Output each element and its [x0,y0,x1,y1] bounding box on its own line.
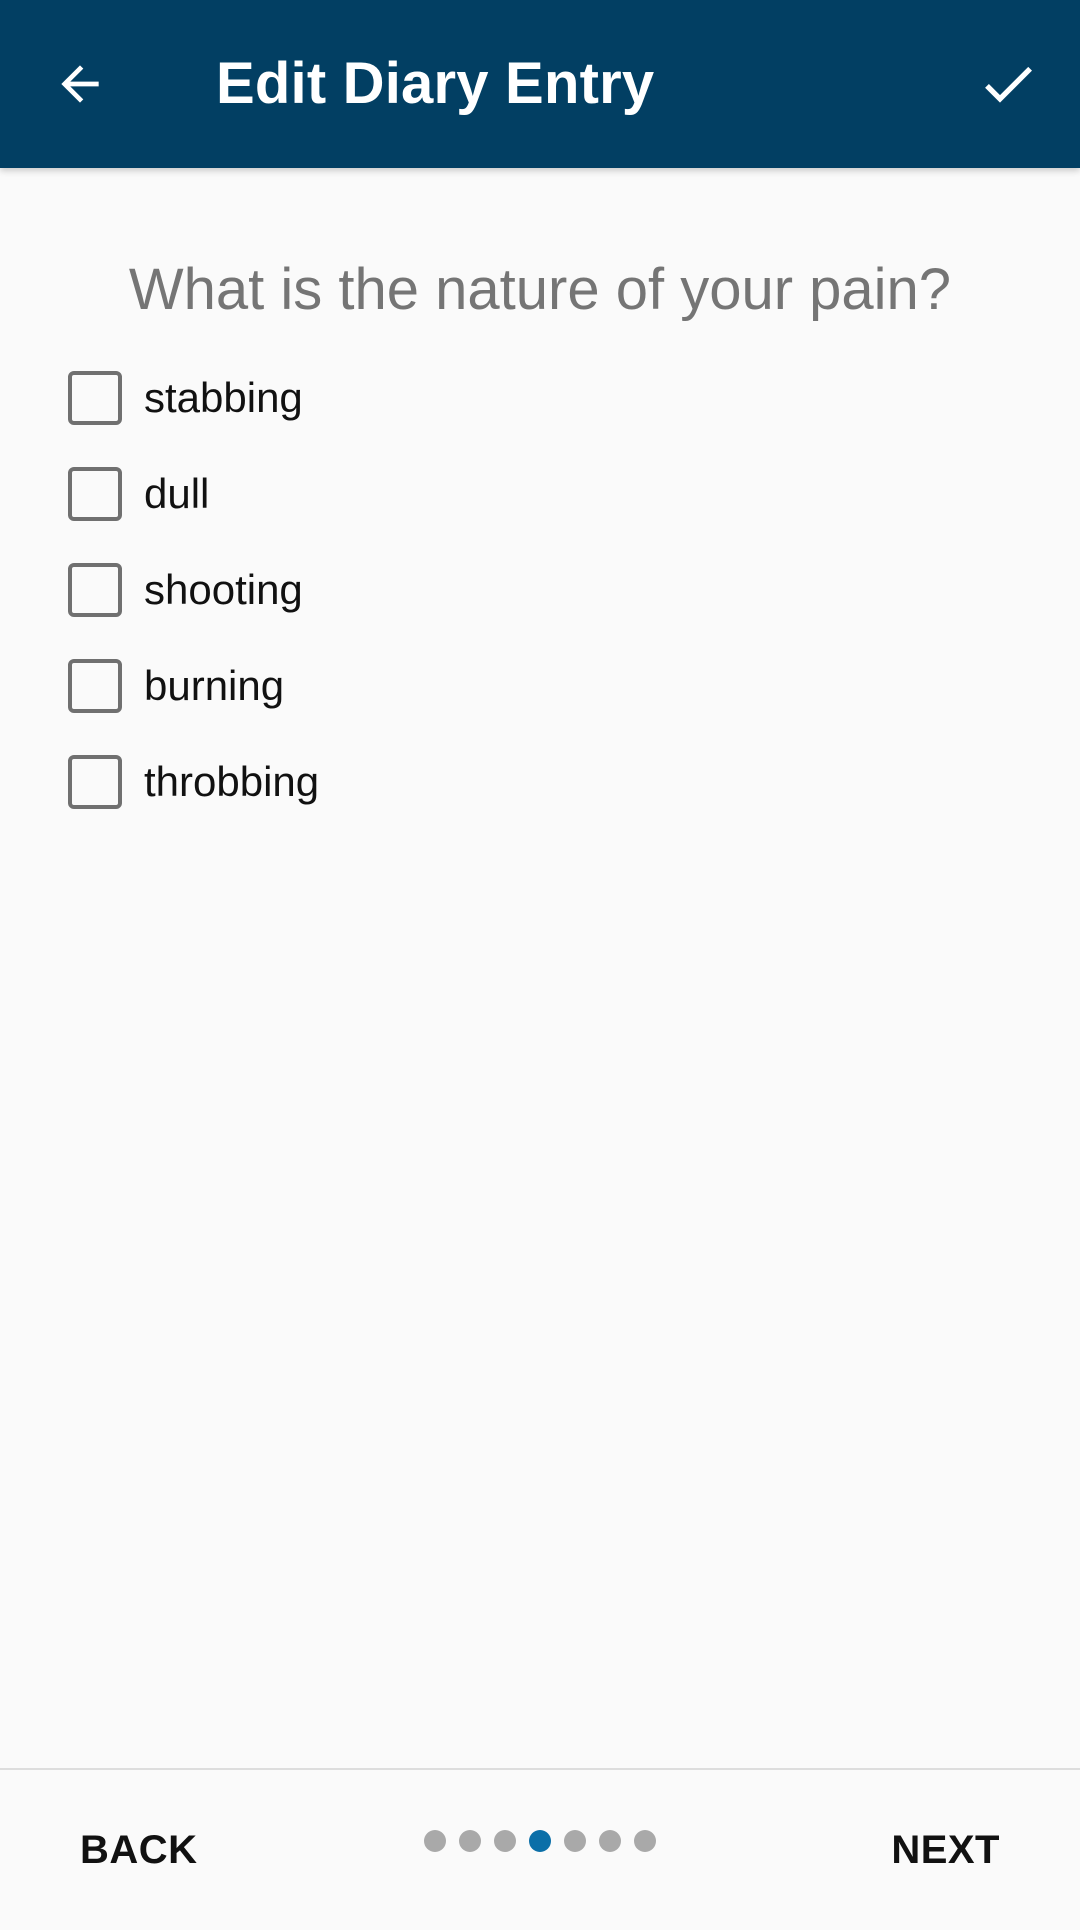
page-dot [564,1830,586,1852]
page-dot-active [529,1830,551,1852]
option-throbbing[interactable]: throbbing [68,734,968,830]
footer-nav: BACK NEXT [0,1770,1080,1920]
option-label: dull [144,470,210,517]
checkbox[interactable] [68,659,122,713]
option-label: burning [144,662,285,709]
checkbox[interactable] [68,755,122,809]
option-burning[interactable]: burning [68,638,968,734]
option-label: throbbing [144,758,320,805]
checkbox[interactable] [68,371,122,425]
page-dot [599,1830,621,1852]
checkbox[interactable] [68,467,122,521]
option-label: shooting [144,566,303,613]
option-stabbing[interactable]: stabbing [68,350,968,446]
page-dot [424,1830,446,1852]
arrow-back-icon [61,65,99,103]
save-check-button[interactable] [974,50,1042,118]
page-dot [634,1830,656,1852]
question-text: What is the nature of your pain? [128,257,952,322]
option-label: stabbing [144,374,303,421]
checkbox[interactable] [68,563,122,617]
app-bar: Edit Diary Entry [0,0,1080,168]
option-dull[interactable]: dull [68,446,968,542]
pain-options-list: stabbing dull shooting burning throbbing [68,350,968,830]
check-icon [985,66,1032,103]
page-dot [459,1830,481,1852]
back-arrow-button[interactable] [46,50,114,118]
page-dot [494,1830,516,1852]
option-shooting[interactable]: shooting [68,542,968,638]
next-button[interactable]: NEXT [891,1770,1000,1920]
page-title: Edit Diary Entry [216,51,655,116]
